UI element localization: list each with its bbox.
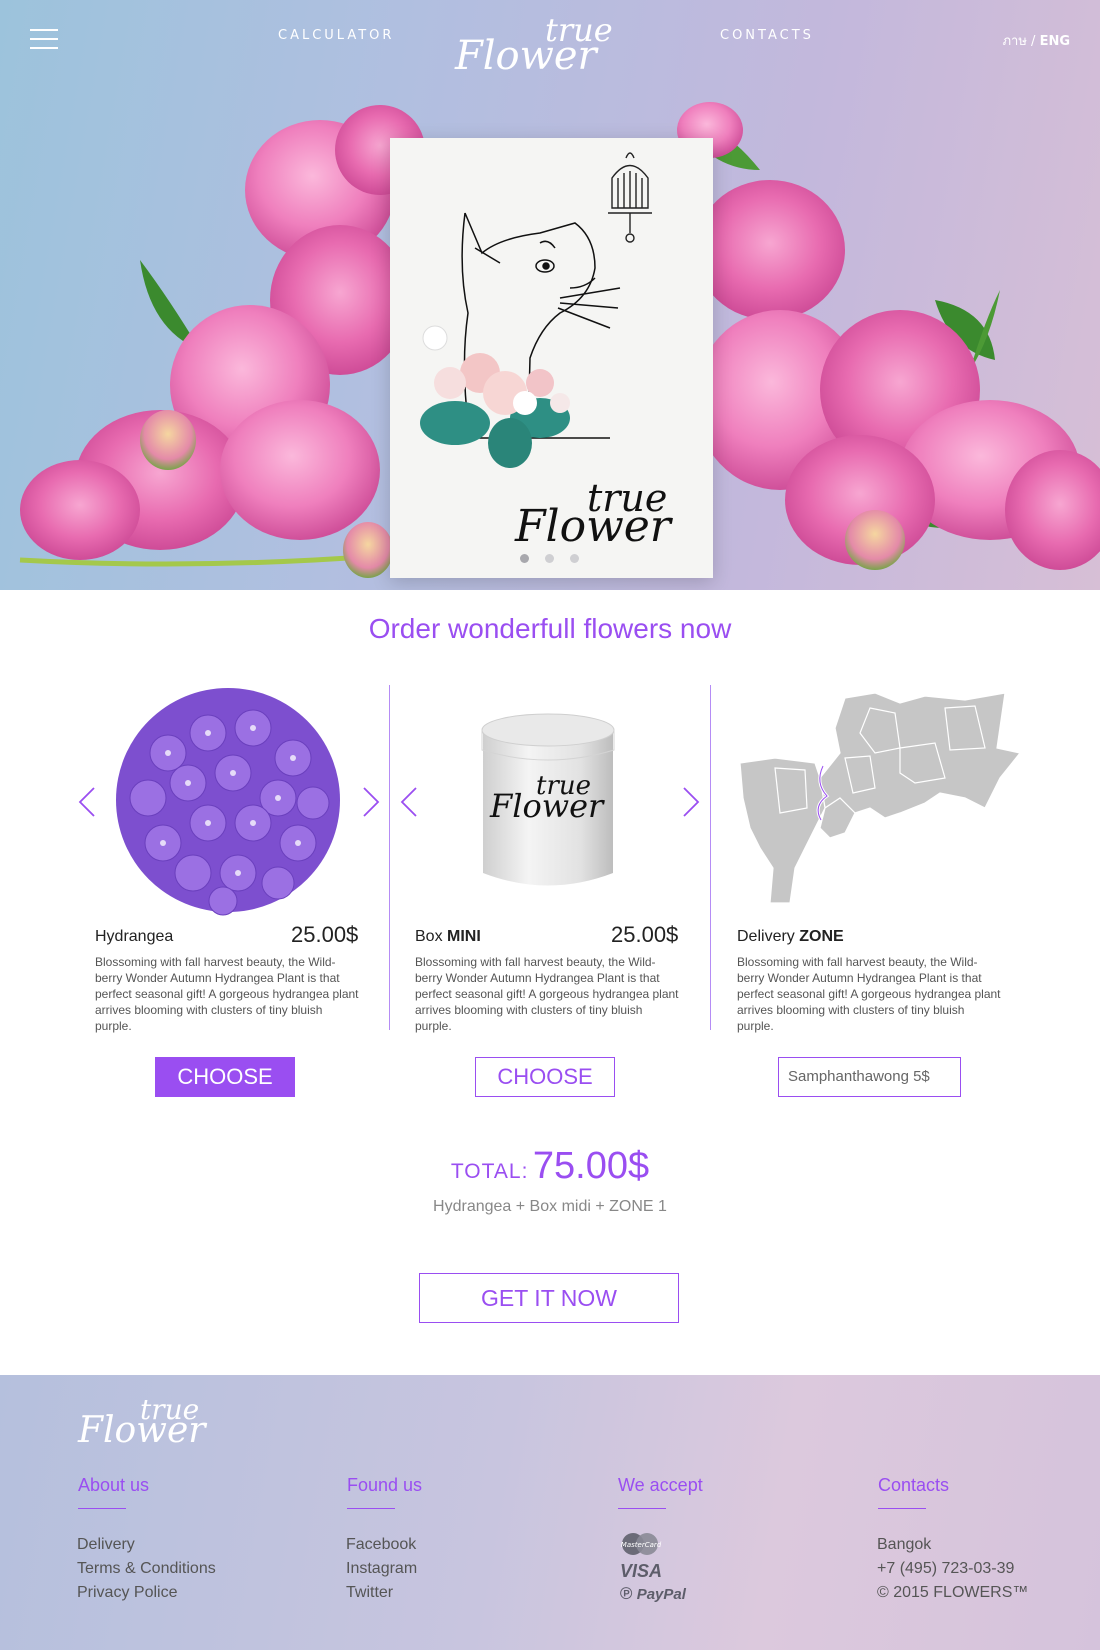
mastercard-icon: MasterCard bbox=[620, 1532, 662, 1556]
slider-dot-3[interactable] bbox=[570, 554, 579, 563]
nav-calculator-link[interactable]: CALCULATOR bbox=[278, 28, 394, 43]
order-total: TOTAL: 75.00$ bbox=[0, 1145, 1100, 1188]
choose-hydrangea-button[interactable]: CHOOSE bbox=[155, 1057, 295, 1097]
footer-phone[interactable]: +7 (495) 723-03-39 bbox=[877, 1560, 1014, 1578]
order-section-title: Order wonderfull flowers now bbox=[368, 613, 732, 644]
footer-about-heading: About us bbox=[78, 1475, 150, 1495]
item-name-text: Hydrangea bbox=[95, 928, 174, 945]
footer-link-instagram[interactable]: Instagram bbox=[346, 1560, 417, 1578]
item-name-delivery: Delivery ZONE bbox=[737, 928, 844, 946]
paypal-icon: ℗ PayPal bbox=[620, 1584, 686, 1604]
footer-logo[interactable]: true Flower bbox=[78, 1395, 228, 1451]
bangkok-delivery-map[interactable] bbox=[735, 688, 1020, 913]
nav-contacts-link[interactable]: CONTACTS bbox=[720, 28, 814, 43]
choose-box-button[interactable]: CHOOSE bbox=[475, 1057, 615, 1097]
item-price-hydrangea: 25.00$ bbox=[291, 922, 359, 947]
item-name-text: Delivery bbox=[737, 928, 800, 945]
box-mini-image: true Flower bbox=[478, 708, 618, 893]
item-name-text: Box bbox=[415, 928, 448, 945]
get-it-now-button[interactable]: GET IT NOW bbox=[419, 1273, 679, 1323]
hero-card: true Flower bbox=[390, 138, 713, 578]
card-logo-flower: Flower bbox=[515, 501, 671, 552]
slider-dot-2[interactable] bbox=[545, 554, 554, 563]
language-switcher[interactable]: ภาษ / ENG bbox=[1002, 30, 1070, 51]
footer-link-delivery[interactable]: Delivery bbox=[77, 1536, 135, 1554]
hydrangea-image bbox=[116, 688, 340, 916]
item-description-box: Blossoming with fall harvest beauty, the… bbox=[415, 955, 679, 1033]
column-divider bbox=[710, 685, 711, 1030]
mastercard-label: MasterCard bbox=[621, 1541, 662, 1549]
footer-link-privacy[interactable]: Privacy Police bbox=[77, 1584, 177, 1602]
order-summary: Hydrangea + Box midi + ZONE 1 bbox=[433, 1198, 667, 1215]
footer-divider bbox=[878, 1508, 926, 1509]
footer: true Flower About us Delivery Terms & Co… bbox=[0, 1375, 1100, 1650]
prev-flower-arrow-icon[interactable] bbox=[76, 786, 98, 818]
next-flower-arrow-icon[interactable] bbox=[360, 786, 382, 818]
box-logo-flower: Flower bbox=[490, 787, 604, 825]
footer-accept-heading: We accept bbox=[618, 1475, 703, 1495]
footer-link-terms[interactable]: Terms & Conditions bbox=[77, 1560, 216, 1578]
item-description-hydrangea: Blossoming with fall harvest beauty, the… bbox=[95, 955, 359, 1033]
footer-link-facebook[interactable]: Facebook bbox=[346, 1536, 416, 1554]
footer-divider bbox=[347, 1508, 395, 1509]
footer-found-heading: Found us bbox=[347, 1475, 423, 1495]
lang-option-eng[interactable]: ENG bbox=[1040, 34, 1070, 49]
paypal-label: PayPal bbox=[636, 1586, 686, 1603]
menu-icon[interactable] bbox=[30, 29, 58, 49]
footer-link-twitter[interactable]: Twitter bbox=[346, 1584, 393, 1602]
visa-icon: VISA bbox=[620, 1561, 663, 1581]
footer-logo-flower: Flower bbox=[78, 1410, 206, 1451]
prev-box-arrow-icon[interactable] bbox=[398, 786, 420, 818]
brand-logo[interactable]: true Flower bbox=[455, 14, 645, 76]
hero-section: CALCULATOR CONTACTS true Flower ภาษ / EN… bbox=[0, 0, 1100, 590]
footer-copyright: © 2015 FLOWERS™ bbox=[877, 1584, 1029, 1601]
footer-contacts-heading: Contacts bbox=[878, 1475, 950, 1495]
item-name-bold: ZONE bbox=[799, 928, 844, 945]
lang-option-thai[interactable]: ภาษ / bbox=[1002, 34, 1035, 49]
item-name-box: Box MINI bbox=[415, 928, 481, 946]
footer-divider bbox=[618, 1508, 666, 1509]
item-description-delivery: Blossoming with fall harvest beauty, the… bbox=[737, 955, 1001, 1033]
card-logo: true Flower bbox=[515, 479, 695, 553]
total-value: 75.00$ bbox=[532, 1145, 650, 1187]
slider-pagination bbox=[520, 554, 579, 563]
item-price-box: 25.00$ bbox=[611, 922, 679, 947]
column-divider bbox=[389, 685, 390, 1030]
footer-city: Bangok bbox=[877, 1536, 932, 1553]
paypal-p-icon: ℗ bbox=[620, 1584, 633, 1603]
delivery-zone-select[interactable]: Samphanthawong 5$ bbox=[778, 1057, 961, 1097]
item-name-bold: MINI bbox=[447, 928, 481, 945]
next-box-arrow-icon[interactable] bbox=[680, 786, 702, 818]
item-name-hydrangea: Hydrangea bbox=[95, 928, 173, 946]
footer-divider bbox=[78, 1508, 126, 1509]
logo-word-flower: Flower bbox=[455, 33, 597, 79]
slider-dot-1[interactable] bbox=[520, 554, 529, 563]
total-label: TOTAL: bbox=[450, 1160, 529, 1183]
